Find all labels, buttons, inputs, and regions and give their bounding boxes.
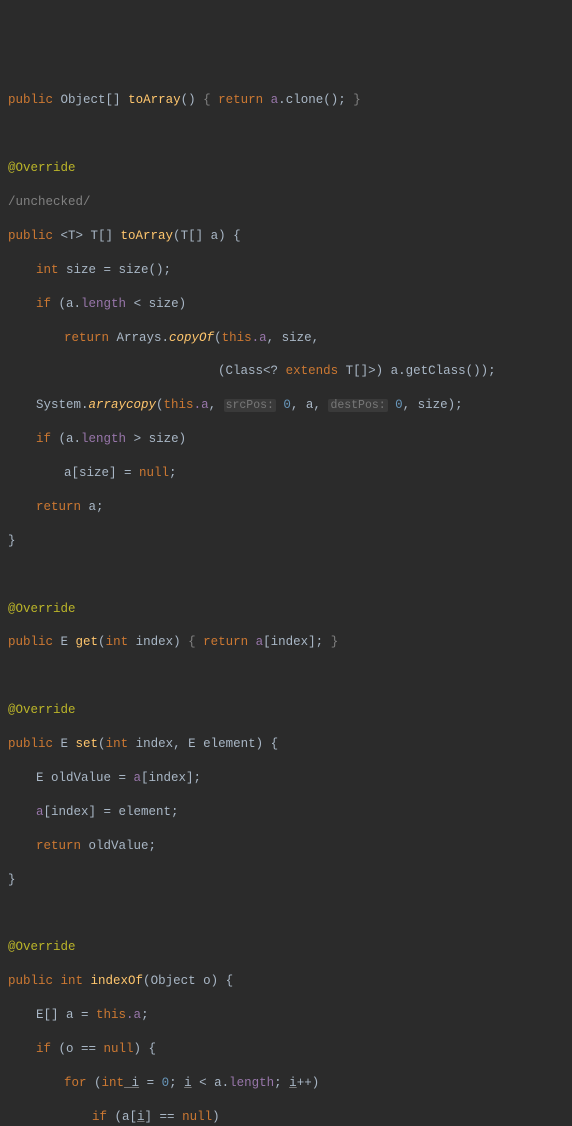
code-line: System.arraycopy(this.a, srcPos: 0, a, d… [8, 397, 572, 414]
code-line: return Arrays.copyOf(this.a, size, [8, 330, 572, 347]
method-get: get [76, 635, 99, 649]
code-line: public Object[] toArray() { return a.clo… [8, 92, 572, 109]
code-line: for (int i = 0; i < a.length; i++) [8, 1075, 572, 1092]
code-line: public E set(int index, E element) { [8, 736, 572, 753]
code-line: if (a[i] == null) [8, 1109, 572, 1126]
annotation-override: @Override [8, 602, 76, 616]
code-line: @Override [8, 702, 572, 719]
code-line: @Override [8, 601, 572, 618]
code-line: } [8, 872, 572, 889]
param-hint: srcPos: [224, 399, 276, 412]
code-line: return a; [8, 499, 572, 516]
keyword-public: public [8, 93, 53, 107]
code-line: public E get(int index) { return a[index… [8, 634, 572, 651]
param-hint: destPos: [328, 399, 387, 412]
code-line: (Class<? extends T[]>) a.getClass()); [8, 363, 572, 380]
method-toArray: toArray [121, 229, 174, 243]
code-line: public <T> T[] toArray(T[] a) { [8, 228, 572, 245]
blank-line [8, 567, 572, 584]
static-arraycopy: arraycopy [89, 398, 157, 412]
blank-line [8, 905, 572, 922]
method-toArray: toArray [128, 93, 181, 107]
code-line: return oldValue; [8, 838, 572, 855]
static-copyOf: copyOf [169, 331, 214, 345]
blank-line [8, 126, 572, 143]
method-set: set [76, 737, 99, 751]
comment: /unchecked/ [8, 195, 91, 209]
annotation-override: @Override [8, 940, 76, 954]
code-line: if (o == null) { [8, 1041, 572, 1058]
code-line: a[index] = element; [8, 804, 572, 821]
code-editor-content[interactable]: public Object[] toArray() { return a.clo… [0, 76, 572, 1126]
code-line: @Override [8, 160, 572, 177]
code-line: } [8, 533, 572, 550]
code-line: public int indexOf(Object o) { [8, 973, 572, 990]
blank-line [8, 668, 572, 685]
code-line: E[] a = this.a; [8, 1007, 572, 1024]
method-indexOf: indexOf [91, 974, 144, 988]
code-line: if (a.length > size) [8, 431, 572, 448]
code-line: E oldValue = a[index]; [8, 770, 572, 787]
annotation-override: @Override [8, 161, 76, 175]
code-line: if (a.length < size) [8, 296, 572, 313]
code-line: a[size] = null; [8, 465, 572, 482]
code-line: /unchecked/ [8, 194, 572, 211]
annotation-override: @Override [8, 703, 76, 717]
code-line: int size = size(); [8, 262, 572, 279]
code-line: @Override [8, 939, 572, 956]
